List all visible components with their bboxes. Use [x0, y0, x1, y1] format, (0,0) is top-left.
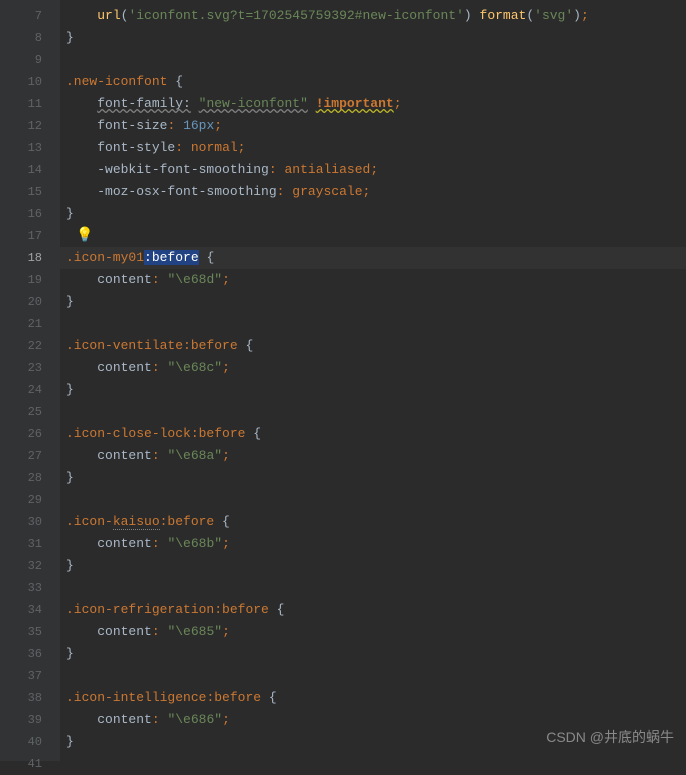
code-editor: 7 8 9 10 11 12 13 14 15 16 17 18 19 20 2… [0, 0, 686, 761]
line-number[interactable]: 28 [0, 467, 60, 489]
code-line[interactable]: font-style: normal; [66, 137, 686, 159]
code-line[interactable] [66, 753, 686, 775]
line-number[interactable]: 34 [0, 599, 60, 621]
code-line[interactable]: 💡 [66, 225, 686, 247]
code-line[interactable]: } [66, 291, 686, 313]
line-number[interactable]: 15 [0, 181, 60, 203]
code-line[interactable]: } [66, 203, 686, 225]
line-number[interactable]: 11 [0, 93, 60, 115]
code-line[interactable]: .icon-kaisuo:before { [66, 511, 686, 533]
line-number[interactable]: 25 [0, 401, 60, 423]
lightbulb-icon[interactable]: 💡 [76, 225, 93, 247]
line-number[interactable]: 16 [0, 203, 60, 225]
line-number[interactable]: 13 [0, 137, 60, 159]
code-line[interactable]: -moz-osx-font-smoothing: grayscale; [66, 181, 686, 203]
code-line[interactable] [66, 577, 686, 599]
line-number[interactable]: 20 [0, 291, 60, 313]
line-number[interactable]: 33 [0, 577, 60, 599]
line-number[interactable]: 23 [0, 357, 60, 379]
line-number[interactable]: 31 [0, 533, 60, 555]
line-number-gutter: 7 8 9 10 11 12 13 14 15 16 17 18 19 20 2… [0, 0, 60, 761]
line-number[interactable]: 37 [0, 665, 60, 687]
code-line[interactable]: content: "\e68b"; [66, 533, 686, 555]
code-line[interactable]: } [66, 555, 686, 577]
line-number[interactable]: 29 [0, 489, 60, 511]
line-number[interactable]: 30 [0, 511, 60, 533]
line-number[interactable]: 21 [0, 313, 60, 335]
code-line[interactable]: -webkit-font-smoothing: antialiased; [66, 159, 686, 181]
line-number[interactable]: 36 [0, 643, 60, 665]
code-line[interactable]: font-family: "new-iconfont" !important; [66, 93, 686, 115]
code-line[interactable]: content: "\e68c"; [66, 357, 686, 379]
line-number[interactable]: 39 [0, 709, 60, 731]
line-number[interactable]: 17 [0, 225, 60, 247]
code-line[interactable] [66, 401, 686, 423]
code-content[interactable]: url('iconfont.svg?t=1702545759392#new-ic… [60, 0, 686, 761]
code-line[interactable]: content: "\e68d"; [66, 269, 686, 291]
code-line[interactable] [66, 489, 686, 511]
line-number[interactable]: 10 [0, 71, 60, 93]
code-line[interactable]: content: "\e68a"; [66, 445, 686, 467]
line-number[interactable]: 24 [0, 379, 60, 401]
code-line[interactable]: } [66, 643, 686, 665]
line-number-active[interactable]: 18 [0, 247, 60, 269]
code-line[interactable]: content: "\e685"; [66, 621, 686, 643]
line-number[interactable]: 8 [0, 27, 60, 49]
code-line[interactable] [66, 665, 686, 687]
code-line[interactable]: } [66, 467, 686, 489]
code-line[interactable]: .icon-intelligence:before { [66, 687, 686, 709]
code-line[interactable]: content: "\e686"; [66, 709, 686, 731]
code-line[interactable]: .icon-refrigeration:before { [66, 599, 686, 621]
code-line[interactable] [66, 49, 686, 71]
code-line[interactable]: .icon-ventilate:before { [66, 335, 686, 357]
code-line[interactable]: } [66, 27, 686, 49]
line-number[interactable]: 26 [0, 423, 60, 445]
line-number[interactable]: 38 [0, 687, 60, 709]
line-number[interactable]: 9 [0, 49, 60, 71]
code-line[interactable] [66, 313, 686, 335]
line-number[interactable]: 12 [0, 115, 60, 137]
code-line-active[interactable]: .icon-my01:before { [60, 247, 686, 269]
code-line[interactable]: url('iconfont.svg?t=1702545759392#new-ic… [66, 5, 686, 27]
line-number[interactable]: 27 [0, 445, 60, 467]
code-line[interactable]: } [66, 731, 686, 753]
line-number[interactable]: 40 [0, 731, 60, 753]
code-line[interactable]: .new-iconfont { [66, 71, 686, 93]
line-number[interactable]: 7 [0, 5, 60, 27]
line-number[interactable]: 14 [0, 159, 60, 181]
line-number[interactable]: 32 [0, 555, 60, 577]
line-number[interactable]: 22 [0, 335, 60, 357]
code-line[interactable]: .icon-close-lock:before { [66, 423, 686, 445]
code-line[interactable]: } [66, 379, 686, 401]
code-line[interactable]: font-size: 16px; [66, 115, 686, 137]
line-number[interactable]: 41 [0, 753, 60, 775]
line-number[interactable]: 19 [0, 269, 60, 291]
line-number[interactable]: 35 [0, 621, 60, 643]
